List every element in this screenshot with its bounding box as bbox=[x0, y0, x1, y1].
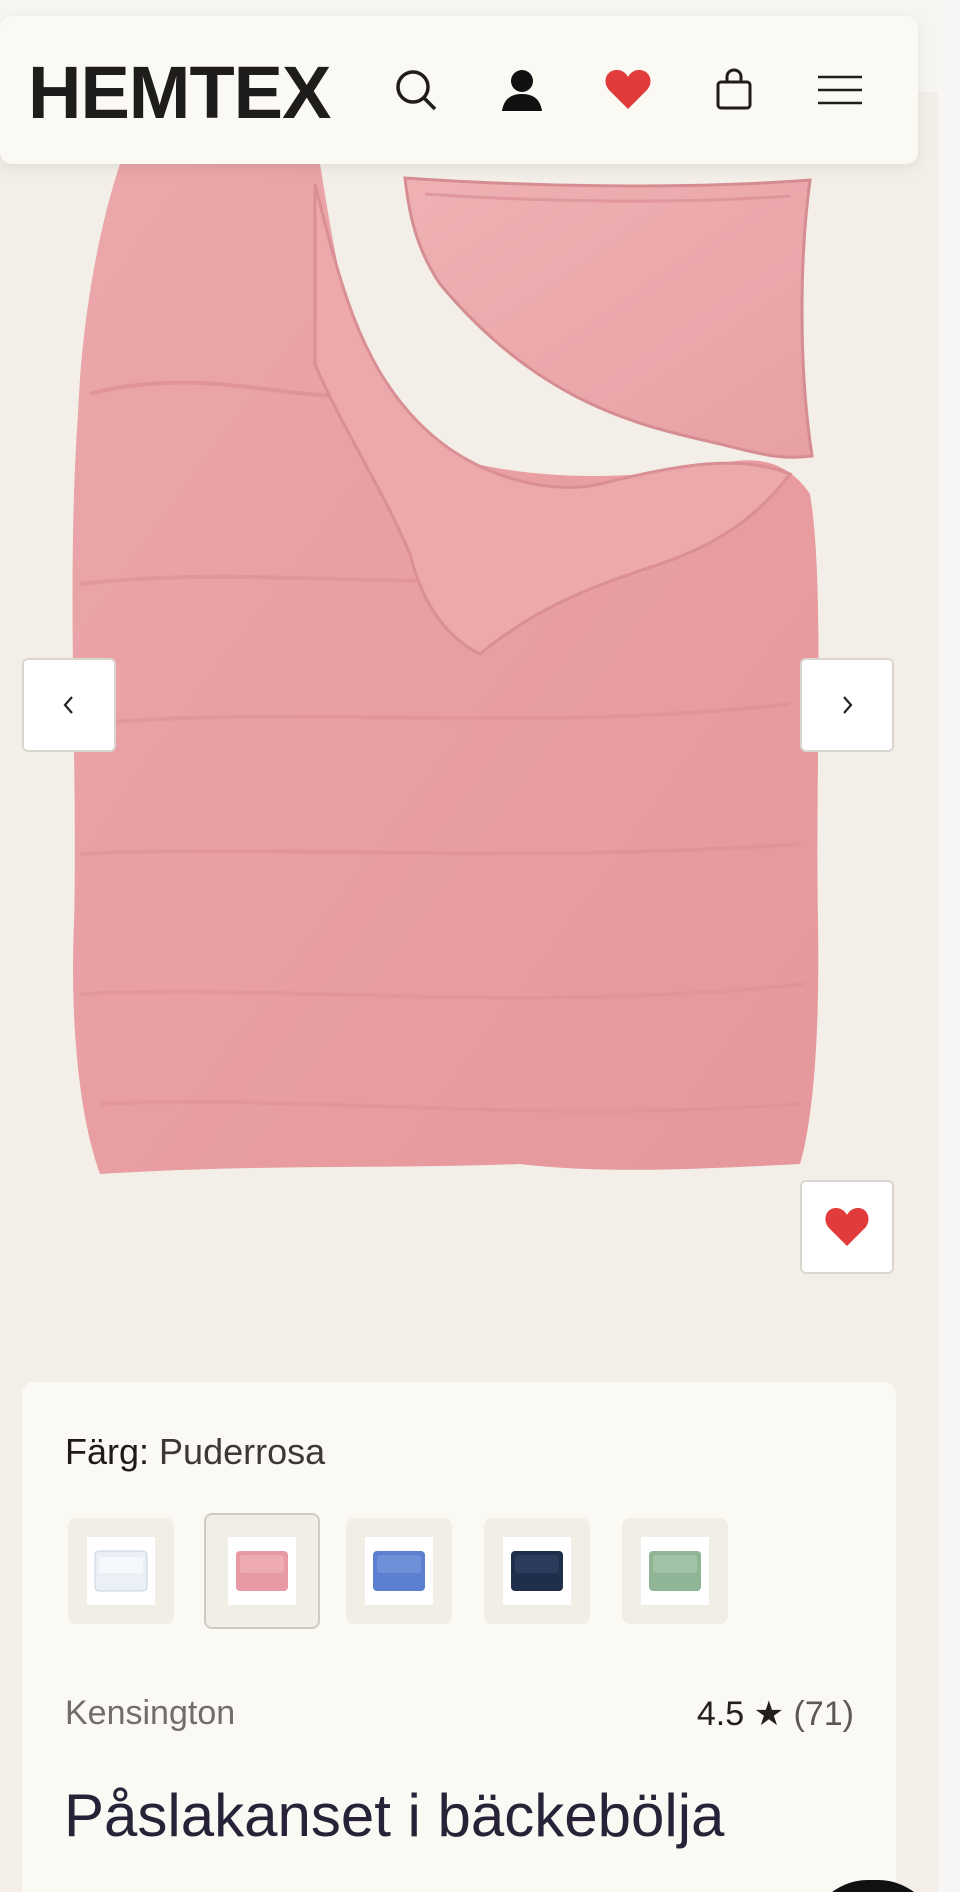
menu-icon bbox=[818, 75, 862, 105]
site-header: HEMTEX bbox=[0, 16, 918, 164]
swatch-thumb bbox=[503, 1537, 571, 1605]
account-button[interactable] bbox=[492, 60, 552, 120]
swatch-thumb bbox=[228, 1537, 296, 1605]
product-image-gallery[interactable] bbox=[0, 164, 938, 1314]
swatch-thumb bbox=[641, 1537, 709, 1605]
account-icon bbox=[502, 70, 542, 111]
cart-button[interactable] bbox=[704, 60, 764, 120]
product-rating[interactable]: 4.5 ★ (71) bbox=[697, 1694, 854, 1734]
swatch-puderrosa[interactable] bbox=[204, 1513, 320, 1629]
previous-image-button[interactable] bbox=[22, 658, 116, 752]
heart-icon bbox=[825, 1208, 869, 1246]
swatch-blue[interactable] bbox=[346, 1518, 452, 1624]
add-to-favorites-button[interactable] bbox=[800, 1180, 894, 1274]
search-button[interactable] bbox=[386, 60, 446, 120]
rating-count: (71) bbox=[793, 1695, 854, 1733]
scrollbar[interactable] bbox=[938, 0, 960, 1892]
rating-value: 4.5 bbox=[696, 1695, 745, 1733]
swatch-thumb bbox=[87, 1537, 155, 1605]
brand-name[interactable]: Kensington bbox=[65, 1694, 235, 1733]
product-title: Påslakanset i bäckebölja bbox=[64, 1782, 725, 1849]
hemtex-logo[interactable]: HEMTEX bbox=[28, 56, 331, 130]
page: HEMTEX Färg: Puderrosa Kensington 4.5 ★ … bbox=[0, 0, 938, 1892]
color-label: Färg: bbox=[65, 1431, 150, 1472]
swatch-thumb bbox=[365, 1537, 433, 1605]
wishlist-heart-icon bbox=[605, 70, 651, 109]
color-row: Färg: Puderrosa bbox=[65, 1430, 325, 1474]
swatch-navy[interactable] bbox=[484, 1518, 590, 1624]
search-icon bbox=[396, 70, 437, 111]
swatch-white[interactable] bbox=[68, 1518, 174, 1624]
chevron-right-icon bbox=[843, 696, 853, 714]
swatch-green[interactable] bbox=[622, 1518, 728, 1624]
next-image-button[interactable] bbox=[800, 658, 894, 752]
shopping-bag-icon bbox=[716, 68, 752, 110]
menu-button[interactable] bbox=[810, 60, 870, 120]
product-image bbox=[72, 164, 819, 1174]
wishlist-button[interactable] bbox=[598, 60, 658, 120]
color-value: Puderrosa bbox=[159, 1431, 326, 1472]
chevron-left-icon bbox=[63, 696, 73, 714]
star-icon: ★ bbox=[753, 1695, 785, 1733]
product-info-card: Färg: Puderrosa Kensington 4.5 ★ (71) På… bbox=[22, 1382, 896, 1892]
